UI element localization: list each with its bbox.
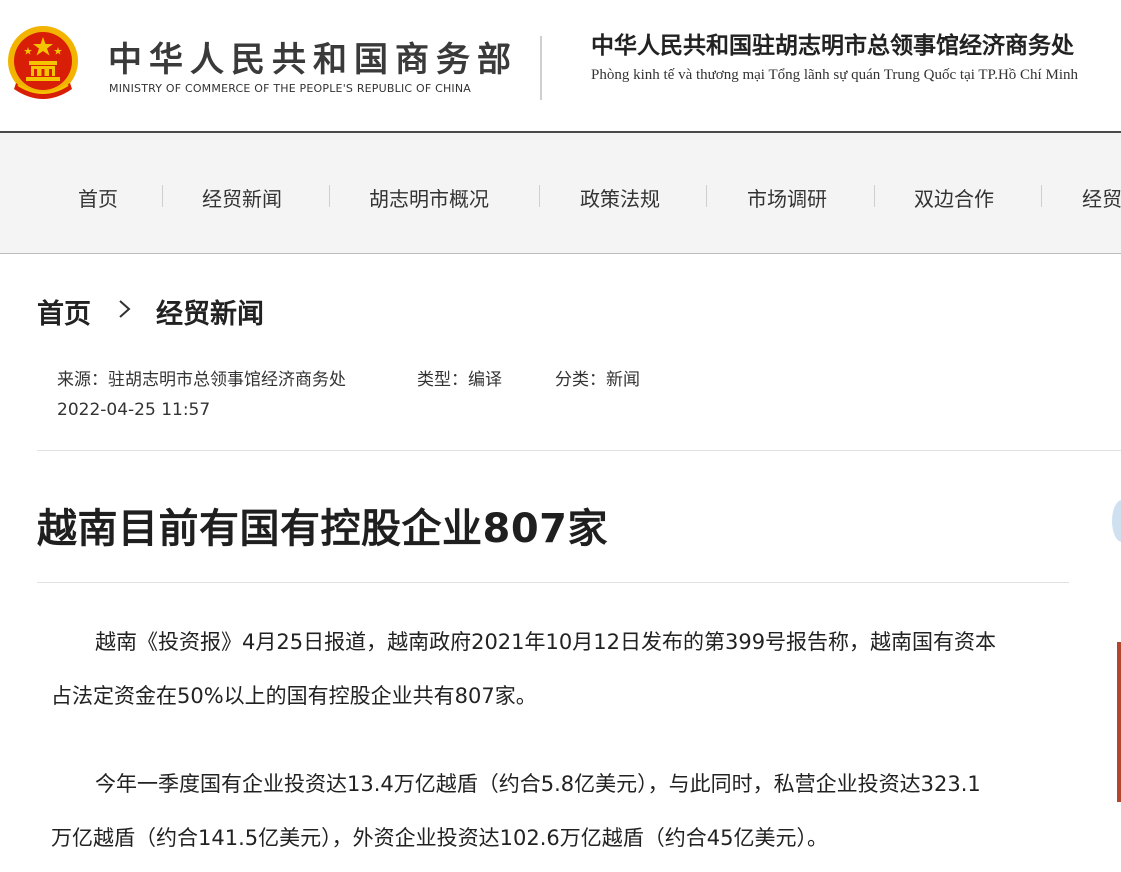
- article-paragraph: 今年一季度国有企业投资达13.4万亿越盾（约合5.8亿美元），与此同时，私营企业…: [51, 757, 1061, 865]
- ministry-name-en: MINISTRY OF COMMERCE OF THE PEOPLE'S REP…: [109, 82, 472, 95]
- paragraph-line: 万亿越盾（约合141.5亿美元），外资企业投资达102.6万亿越盾（约合45亿美…: [51, 826, 828, 850]
- consulate-name-vn: Phòng kinh tế và thương mại Tổng lãnh sự…: [591, 67, 1078, 83]
- meta-category: 分类：新闻: [555, 370, 640, 390]
- meta-type: 类型：编译: [417, 370, 502, 390]
- nav-item-market-research[interactable]: 市场调研: [747, 183, 827, 212]
- nav-item-hcmc-overview[interactable]: 胡志明市概况: [369, 183, 489, 212]
- nav-separator: [1041, 185, 1042, 207]
- article-title: 越南目前有国有控股企业807家: [37, 506, 608, 552]
- meta-divider: [37, 450, 1121, 451]
- main-nav: 首页 经贸新闻 胡志明市概况 政策法规 市场调研 双边合作 经贸: [0, 133, 1121, 253]
- consulate-name-cn: 中华人民共和国驻胡志明市总领事馆经济商务处: [591, 33, 1074, 59]
- nav-separator: [706, 185, 707, 207]
- meta-date: 2022-04-25 11:57: [57, 400, 211, 420]
- side-banner-edge[interactable]: [1117, 642, 1121, 802]
- breadcrumb-home[interactable]: 首页: [37, 292, 91, 331]
- paragraph-line: 今年一季度国有企业投资达13.4万亿越盾（约合5.8亿美元），与此同时，私营企业…: [95, 772, 981, 796]
- national-emblem-icon[interactable]: [6, 23, 80, 103]
- meta-source: 来源：驻胡志明市总领事馆经济商务处: [57, 370, 346, 390]
- nav-item-bilateral[interactable]: 双边合作: [914, 183, 994, 212]
- side-widget-button[interactable]: [1112, 500, 1121, 542]
- nav-item-policies[interactable]: 政策法规: [580, 183, 660, 212]
- ministry-name-cn: 中华人民共和国商务部: [108, 40, 518, 80]
- nav-item-trade-more[interactable]: 经贸: [1082, 183, 1121, 212]
- nav-item-trade-news[interactable]: 经贸新闻: [202, 183, 282, 212]
- nav-separator: [874, 185, 875, 207]
- site-header: 中华人民共和国商务部 MINISTRY OF COMMERCE OF THE P…: [0, 0, 1121, 131]
- nav-item-home[interactable]: 首页: [78, 183, 118, 212]
- nav-bottom-rule: [0, 253, 1121, 254]
- title-divider: [37, 582, 1069, 583]
- nav-separator: [539, 185, 540, 207]
- nav-separator: [162, 185, 163, 207]
- paragraph-line: 占法定资金在50%以上的国有控股企业共有807家。: [51, 684, 537, 708]
- breadcrumb-current[interactable]: 经贸新闻: [156, 292, 264, 331]
- chevron-right-icon: [119, 300, 131, 318]
- nav-separator: [329, 185, 330, 207]
- paragraph-line: 越南《投资报》4月25日报道，越南政府2021年10月12日发布的第399号报告…: [95, 630, 997, 654]
- page: 中华人民共和国商务部 MINISTRY OF COMMERCE OF THE P…: [0, 0, 1121, 872]
- article-paragraph: 越南《投资报》4月25日报道，越南政府2021年10月12日发布的第399号报告…: [51, 615, 1061, 723]
- header-divider: [540, 36, 542, 100]
